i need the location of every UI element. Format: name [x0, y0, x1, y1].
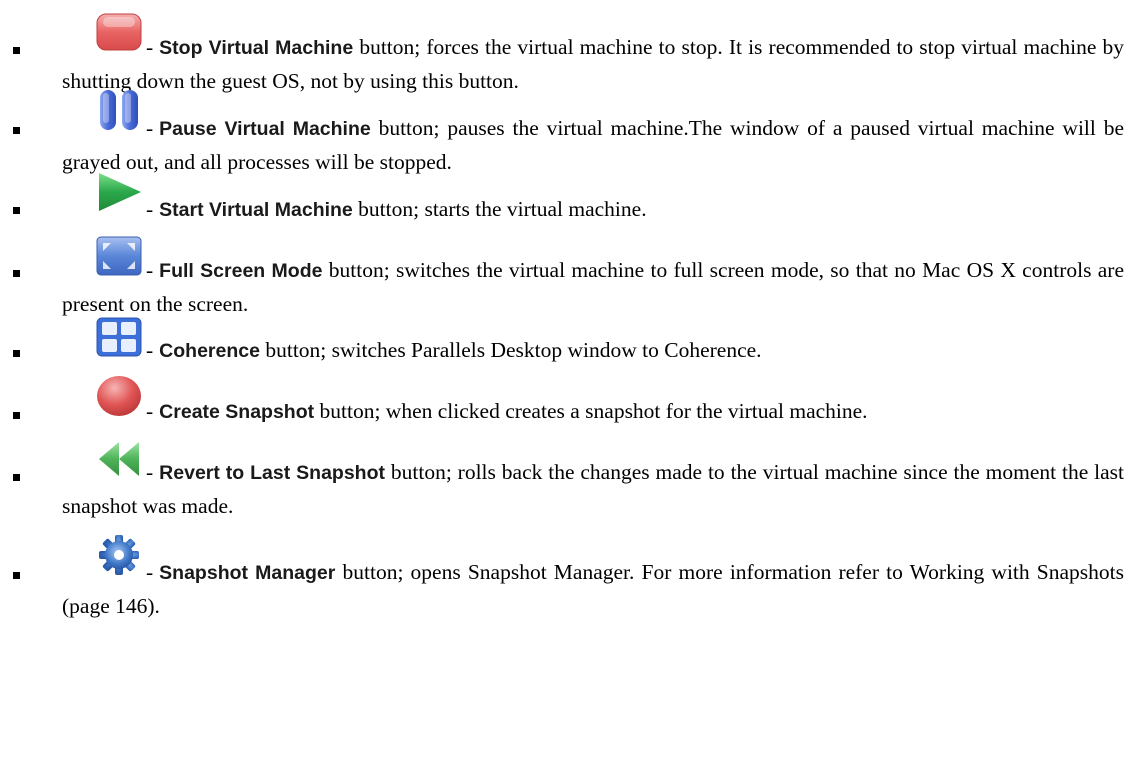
button-name: Coherence [159, 340, 260, 362]
button-name: Stop Virtual Machine [159, 37, 354, 59]
bullet [13, 47, 20, 54]
bullet [13, 412, 20, 419]
button-description: button; starts the virtual machine. [352, 197, 647, 221]
button-name: Snapshot Manager [159, 562, 336, 584]
item-text: - Create Snapshot button; when clicked cr… [146, 399, 868, 423]
button-name: Revert to Last Snapshot [159, 462, 385, 484]
bullet [13, 572, 20, 579]
item-text: - Full Screen Mode button; switches the v… [62, 258, 1124, 316]
item-text: - Stop Virtual Machine button; forces the… [62, 35, 1124, 93]
button-name: Create Snapshot [159, 401, 315, 423]
item-text: - Coherence button; switches Parallels De… [146, 338, 762, 362]
button-name: Start Virtual Machine [159, 199, 353, 221]
item-text: - Start Virtual Machine button; starts th… [146, 197, 647, 221]
bullet [13, 270, 20, 277]
bullet [13, 207, 20, 214]
button-name: Full Screen Mode [159, 260, 323, 282]
button-description: button; switches Parallels Desktop windo… [259, 338, 762, 362]
bullet [13, 127, 20, 134]
bullet [13, 474, 20, 481]
item-text: - Snapshot Manager button; opens Snapshot… [62, 560, 1124, 618]
button-description: button; when clicked creates a snapshot … [314, 399, 868, 423]
bullet [13, 350, 20, 357]
item-text: - Revert to Last Snapshot button; rolls b… [62, 460, 1124, 518]
item-text: - Pause Virtual Machine button; pauses th… [62, 116, 1124, 174]
button-name: Pause Virtual Machine [159, 118, 371, 140]
